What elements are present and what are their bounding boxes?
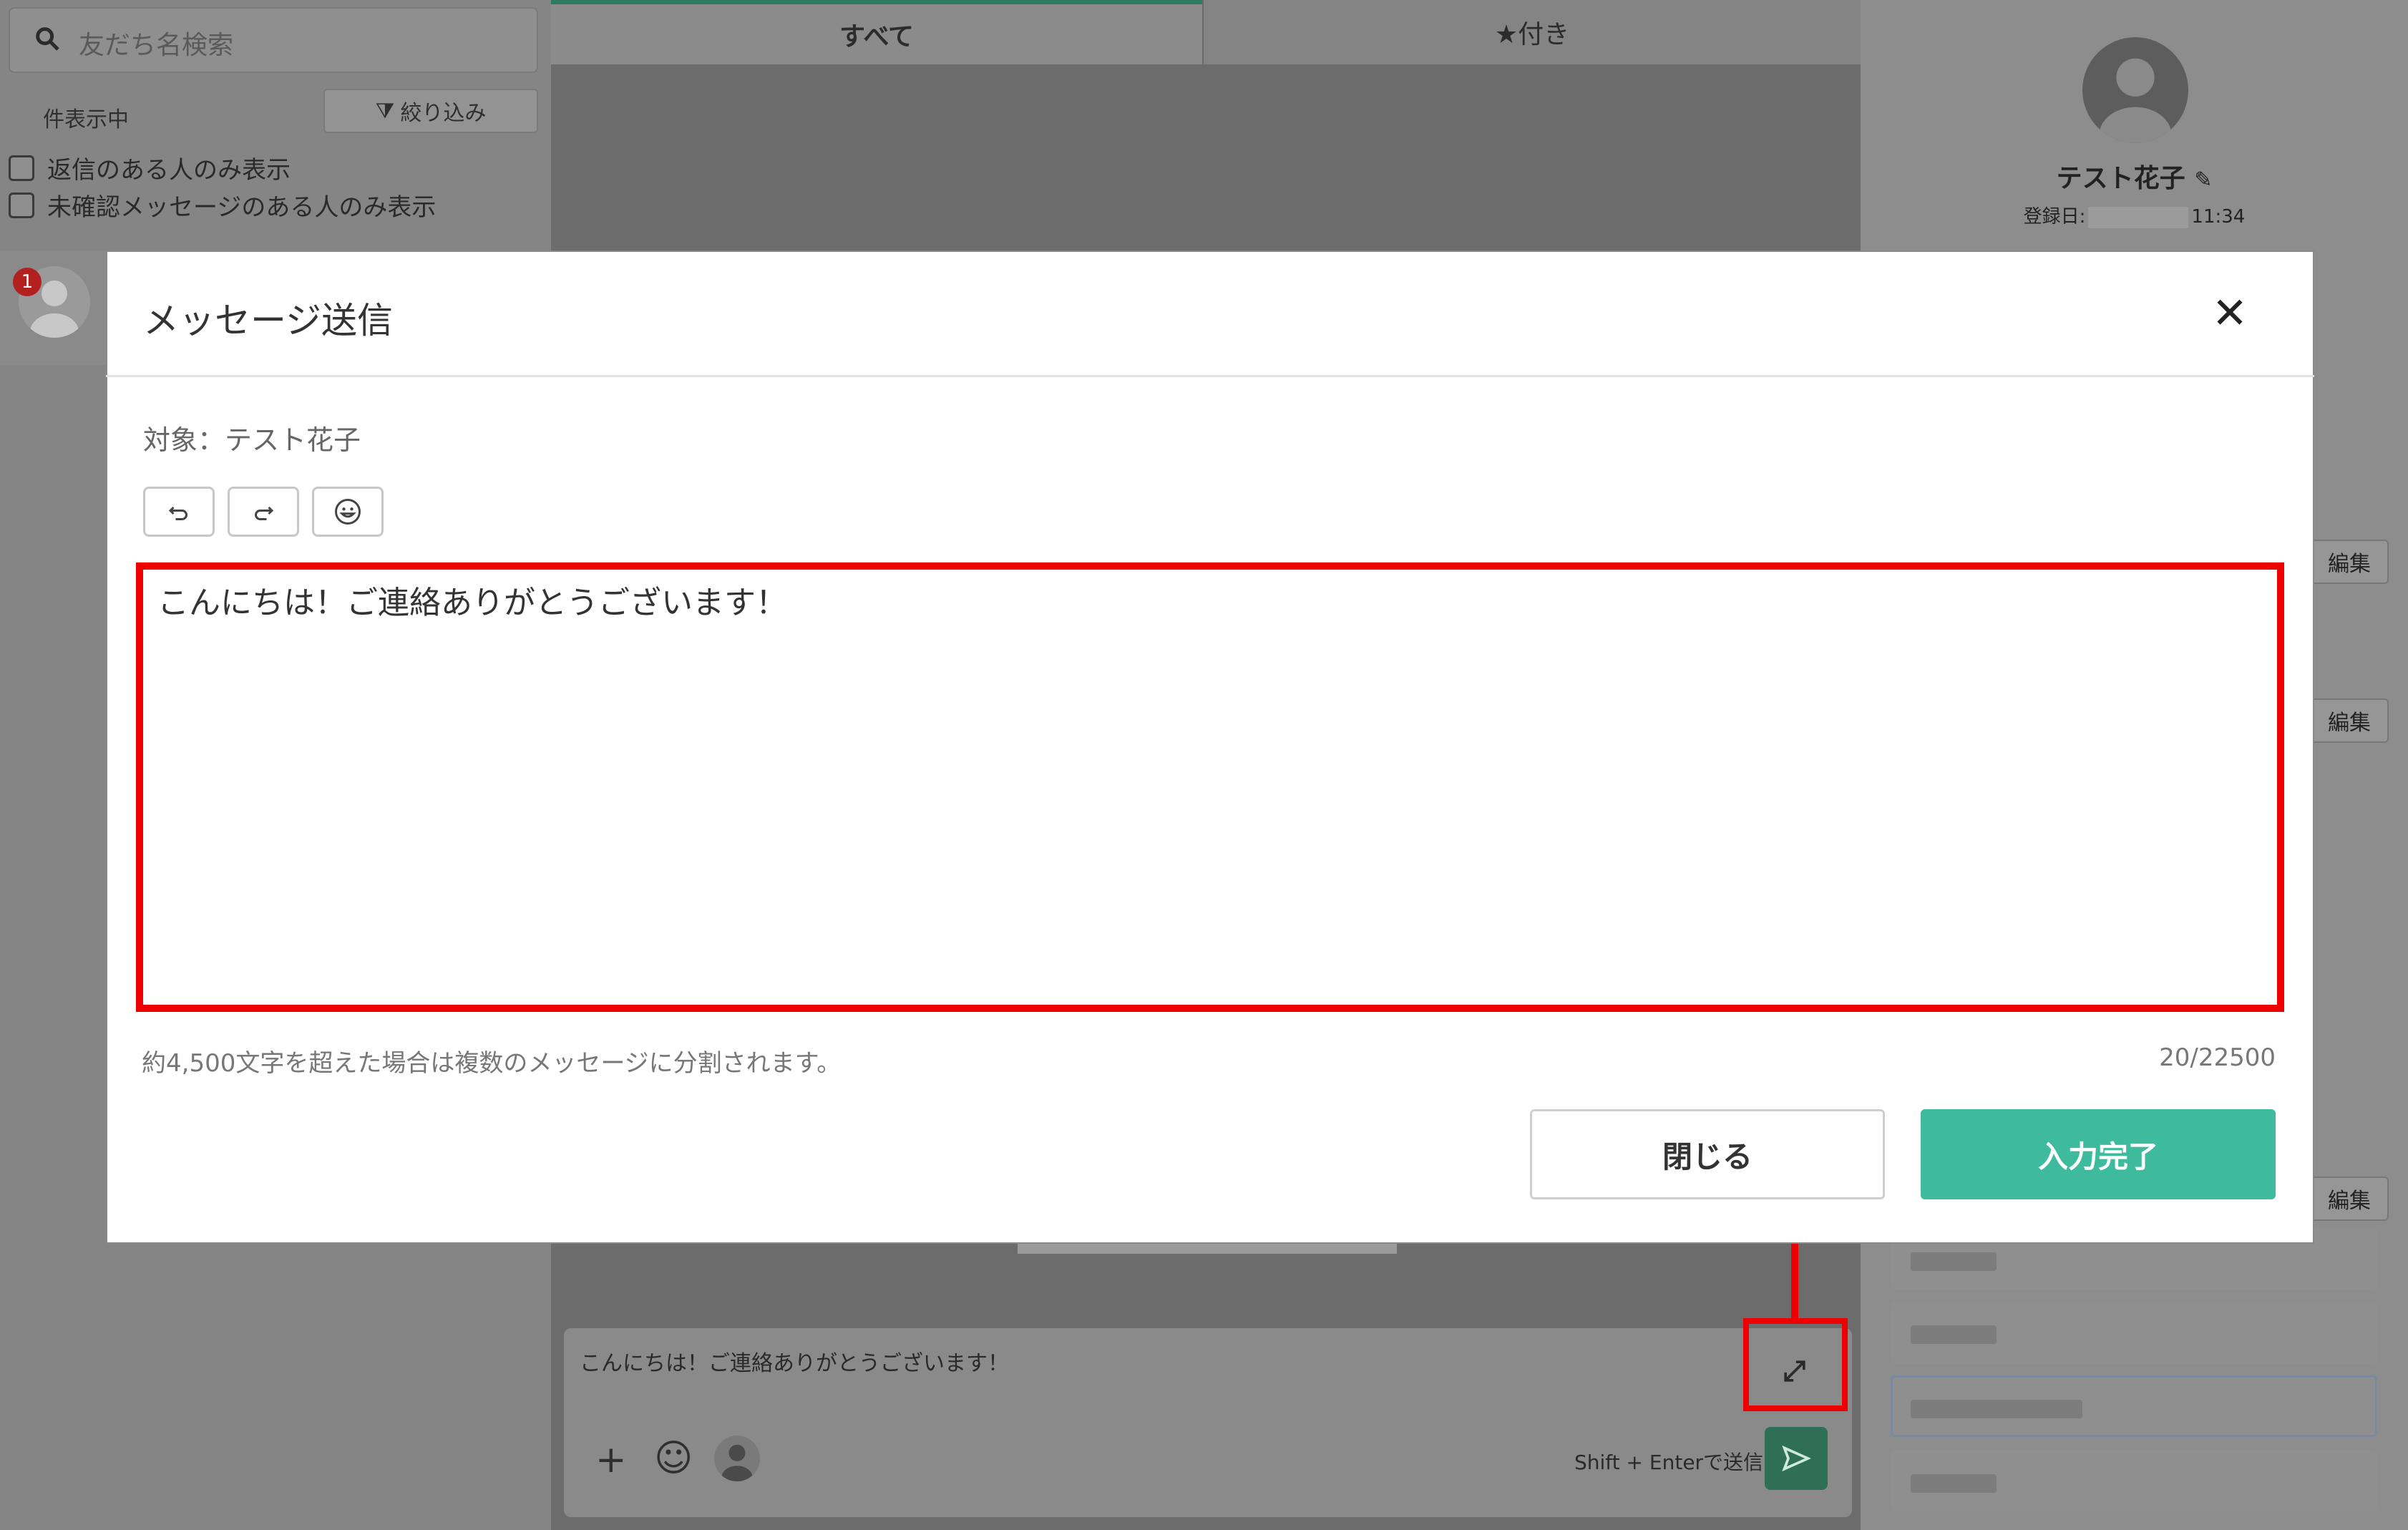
redacted-date bbox=[2088, 206, 2189, 228]
redacted-field bbox=[1911, 1252, 1997, 1271]
message-editor-text[interactable]: こんにちは！ご連絡ありがとうございます！ bbox=[157, 577, 787, 623]
composer-text[interactable]: こんにちは！ご連絡ありがとうございます！ bbox=[580, 1345, 1009, 1377]
close-icon[interactable]: ✕ bbox=[2208, 292, 2251, 335]
unread-only-label: 未確認メッセージのある人のみ表示 bbox=[47, 193, 437, 222]
modal-title: メッセージ送信 bbox=[143, 300, 393, 341]
message-editor[interactable] bbox=[136, 562, 2284, 1012]
reply-only-label: 返信のある人のみ表示 bbox=[47, 156, 291, 185]
redacted-field bbox=[1911, 1325, 1997, 1344]
done-button[interactable]: 入力完了 bbox=[1921, 1109, 2276, 1199]
filter-label: 絞り込み bbox=[400, 101, 487, 126]
filter-icon: ⧩ bbox=[375, 98, 395, 124]
undo-button[interactable] bbox=[143, 487, 215, 537]
chat-tabs: すべて ★付き bbox=[551, 0, 1861, 64]
filter-button[interactable]: ⧩ 絞り込み bbox=[323, 89, 538, 133]
search-icon bbox=[36, 27, 59, 51]
pencil-icon[interactable]: ✎ bbox=[2194, 167, 2212, 193]
send-button[interactable] bbox=[1765, 1427, 1828, 1490]
emoji-button[interactable] bbox=[312, 487, 384, 537]
plus-icon[interactable]: + bbox=[595, 1438, 627, 1481]
redacted-field bbox=[1911, 1474, 1997, 1493]
emoji-icon[interactable]: ☺ bbox=[654, 1437, 693, 1480]
annotation-arrow bbox=[1791, 1239, 1798, 1320]
modal-divider bbox=[106, 375, 2314, 377]
edit-button[interactable]: 編集 bbox=[2310, 698, 2389, 743]
reply-only-checkbox[interactable] bbox=[9, 155, 34, 181]
unread-badge: 1 bbox=[13, 268, 42, 296]
tab-all[interactable]: すべて bbox=[551, 0, 1202, 64]
edit-button[interactable]: 編集 bbox=[2310, 540, 2389, 584]
redo-icon bbox=[255, 506, 274, 520]
recipient-label: 対象：テスト花子 bbox=[143, 424, 361, 456]
registered-time: 11:34 bbox=[2191, 206, 2246, 228]
close-button[interactable]: 閉じる bbox=[1530, 1109, 1885, 1199]
reply-only-row[interactable]: 返信のある人のみ表示 bbox=[9, 150, 291, 185]
unread-only-checkbox[interactable] bbox=[9, 192, 34, 218]
registered-label: 登録日: bbox=[2023, 206, 2086, 228]
edit-button[interactable]: 編集 bbox=[2310, 1176, 2389, 1221]
scroll-indicator bbox=[1018, 1242, 1397, 1254]
search-placeholder: 友だち名検索 bbox=[79, 31, 234, 60]
undo-icon bbox=[168, 506, 187, 520]
result-count: 件表示中 bbox=[43, 107, 129, 132]
split-hint: 約4,500文字を超えた場合は複数のメッセージに分割されます。 bbox=[142, 1049, 842, 1078]
sender-avatar[interactable] bbox=[714, 1436, 760, 1481]
character-counter: 20/22500 bbox=[2159, 1043, 2276, 1072]
send-icon bbox=[1782, 1445, 1812, 1472]
registered-date: 登録日: 11:34 bbox=[1861, 202, 2408, 228]
send-shortcut-hint: Shift + Enterで送信 bbox=[1574, 1451, 1764, 1474]
redo-button[interactable] bbox=[228, 487, 299, 537]
profile-name: テスト花子 ✎ bbox=[1861, 157, 2408, 195]
unread-only-row[interactable]: 未確認メッセージのある人のみ表示 bbox=[9, 187, 436, 223]
redacted-field bbox=[1911, 1400, 2082, 1418]
smiley-icon bbox=[335, 499, 361, 525]
profile-name-text: テスト花子 bbox=[2056, 164, 2185, 193]
profile-avatar bbox=[2082, 37, 2188, 143]
tab-starred[interactable]: ★付き bbox=[1204, 0, 1861, 64]
expand-icon[interactable] bbox=[1779, 1355, 1810, 1387]
